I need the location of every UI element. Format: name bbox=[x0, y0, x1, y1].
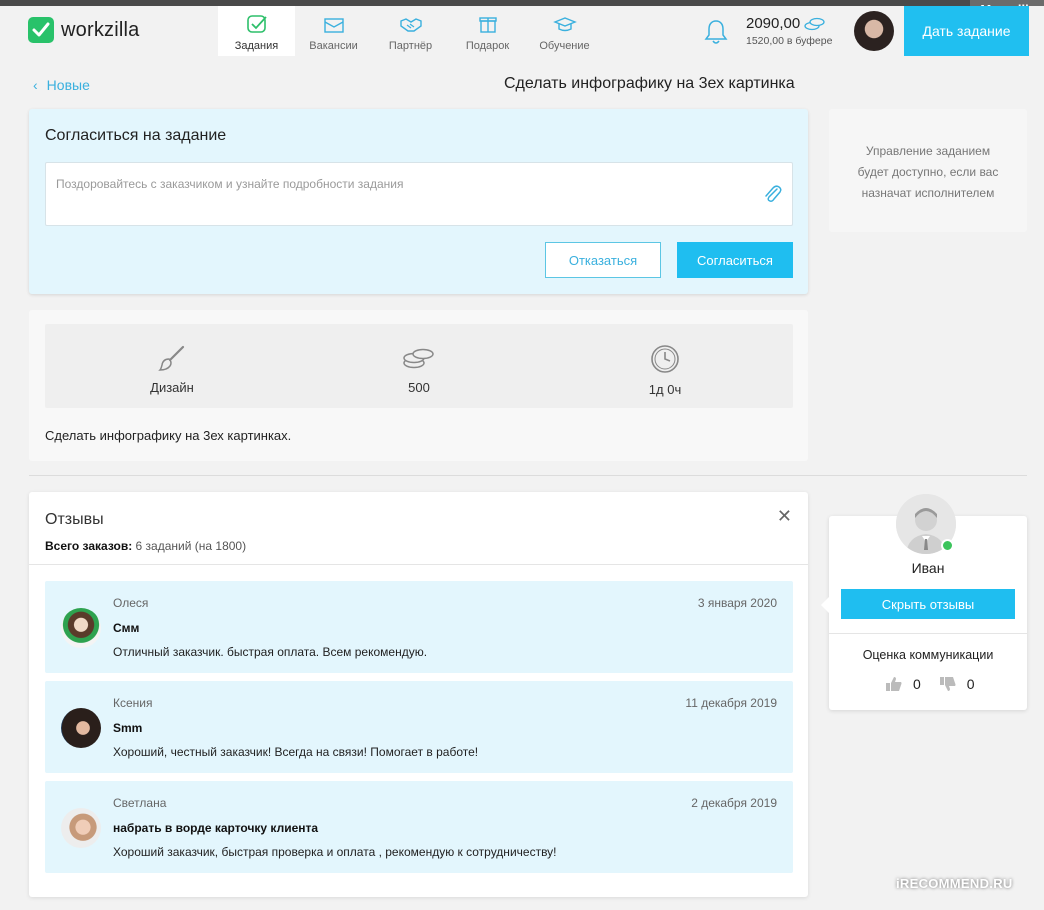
reviewer-name[interactable]: Ксения bbox=[113, 696, 153, 710]
task-management-note: Управление заданием будет доступно, если… bbox=[829, 109, 1027, 232]
review-item: Олеся 3 января 2020 Смм Отличный заказчи… bbox=[45, 581, 793, 673]
reviewer-name[interactable]: Олеся bbox=[113, 596, 148, 610]
dislikes: 0 bbox=[939, 676, 975, 692]
balance-amount: 2090,00 bbox=[746, 15, 801, 32]
buffer-amount: 1520,00 в буфере bbox=[746, 35, 833, 47]
coins-icon bbox=[804, 17, 825, 30]
nav-label: Задания bbox=[234, 40, 279, 52]
reviewer-avatar[interactable] bbox=[61, 808, 101, 848]
brush-icon bbox=[158, 345, 185, 371]
mail-icon bbox=[323, 18, 344, 33]
decline-button[interactable]: Отказаться bbox=[545, 242, 661, 278]
review-text: Отличный заказчик. быстрая оплата. Всем … bbox=[113, 645, 428, 659]
accept-task-card: Согласиться на задание Поздоровайтесь с … bbox=[29, 109, 808, 294]
review-date: 3 января 2020 bbox=[697, 596, 777, 610]
dislikes-count: 0 bbox=[966, 676, 975, 692]
nav-item-vacancies[interactable]: Вакансии bbox=[295, 6, 372, 56]
chevron-left-icon: ‹ bbox=[33, 77, 38, 93]
review-item: Ксения 11 декабря 2019 Smm Хороший, чест… bbox=[45, 681, 793, 773]
stat-price: 500 bbox=[359, 344, 479, 395]
note-line: Управление заданием bbox=[865, 144, 991, 158]
task-description: Сделать инфографику на 3ех картинках. bbox=[45, 428, 292, 443]
watermark-site: iRECOMMEND.RU bbox=[896, 876, 1013, 891]
price-label: 500 bbox=[408, 380, 430, 395]
review-date: 2 декабря 2019 bbox=[691, 796, 777, 810]
reviewer-avatar[interactable] bbox=[61, 708, 101, 748]
section-divider bbox=[29, 475, 1027, 476]
reviewer-name[interactable]: Светлана bbox=[113, 796, 166, 810]
reviews-total: Всего заказов: 6 заданий (на 1800) bbox=[45, 539, 246, 553]
nav-label: Обучение bbox=[539, 40, 590, 52]
logo[interactable]: workzilla bbox=[28, 17, 139, 43]
thumbs-up-icon bbox=[886, 677, 902, 691]
graduation-cap-icon bbox=[552, 17, 577, 32]
total-label: Всего заказов: bbox=[45, 539, 133, 553]
review-text: Хороший заказчик, быстрая проверка и опл… bbox=[113, 845, 557, 859]
close-icon[interactable]: ✕ bbox=[777, 506, 792, 527]
page-title: Сделать инфографику на 3ех картинка bbox=[504, 75, 795, 92]
nav-item-gift[interactable]: Подарок bbox=[449, 6, 526, 56]
logo-check-icon bbox=[28, 17, 54, 43]
message-input[interactable]: Поздоровайтесь с заказчиком и узнайте по… bbox=[45, 162, 793, 226]
nav-item-tasks[interactable]: Задания bbox=[218, 6, 295, 56]
user-avatar[interactable] bbox=[854, 11, 894, 51]
nav-item-partner[interactable]: Партнёр bbox=[372, 6, 449, 56]
communication-votes: 0 0 bbox=[885, 676, 993, 692]
likes: 0 bbox=[885, 676, 921, 692]
message-placeholder: Поздоровайтесь с заказчиком и узнайте по… bbox=[56, 177, 404, 191]
likes-count: 0 bbox=[913, 676, 921, 692]
card-separator bbox=[829, 633, 1027, 634]
note-line: будет доступно, если вас bbox=[857, 165, 999, 179]
thumbs-down-icon bbox=[939, 677, 956, 691]
communication-rating-label: Оценка коммуникации bbox=[862, 648, 994, 662]
review-item: Светлана 2 декабря 2019 набрать в ворде … bbox=[45, 781, 793, 873]
top-header: workzilla Задания Вакансии Партнёр Подар… bbox=[0, 6, 1044, 56]
accept-title: Согласиться на задание bbox=[45, 127, 227, 144]
paperclip-icon[interactable] bbox=[763, 184, 783, 206]
notification-bell-icon[interactable] bbox=[703, 18, 729, 46]
stat-duration: 1д 0ч bbox=[605, 344, 725, 397]
clock-icon bbox=[651, 345, 679, 373]
reviews-separator bbox=[29, 564, 808, 565]
coins-icon bbox=[403, 348, 434, 369]
balance-block[interactable]: 2090,00 1520,00 в буфере bbox=[746, 15, 832, 47]
customer-name[interactable]: Иван bbox=[829, 560, 1027, 576]
duration-label: 1д 0ч bbox=[648, 382, 682, 397]
stat-category: Дизайн bbox=[112, 344, 232, 395]
review-date: 11 декабря 2019 bbox=[685, 696, 777, 710]
task-stats: Дизайн 500 1д 0ч bbox=[45, 324, 793, 408]
create-task-button[interactable]: Дать задание bbox=[904, 6, 1029, 56]
online-status-indicator bbox=[941, 539, 954, 552]
note-line: назначат исполнителем bbox=[861, 186, 995, 200]
hide-reviews-button[interactable]: Скрыть отзывы bbox=[841, 589, 1015, 619]
review-task: Smm bbox=[113, 721, 143, 735]
nav-label: Вакансии bbox=[309, 40, 358, 52]
nav-label: Партнёр bbox=[388, 40, 433, 52]
review-text: Хороший, честный заказчик! Всегда на свя… bbox=[113, 745, 479, 759]
back-label: Новые bbox=[46, 77, 90, 93]
accept-button[interactable]: Согласиться bbox=[677, 242, 793, 278]
logo-text: workzilla bbox=[61, 18, 140, 41]
handshake-icon bbox=[399, 18, 422, 32]
nav-label: Подарок bbox=[465, 40, 510, 52]
back-link[interactable]: ‹ Новые bbox=[33, 77, 90, 93]
card-pointer bbox=[821, 596, 830, 614]
gift-icon bbox=[478, 17, 497, 33]
main-nav: Задания Вакансии Партнёр Подарок Обучени… bbox=[218, 6, 603, 56]
tasks-icon bbox=[246, 15, 267, 33]
reviews-card: Отзывы Всего заказов: 6 заданий (на 1800… bbox=[29, 492, 808, 897]
total-value: 6 заданий (на 1800) bbox=[135, 539, 247, 553]
reviewer-avatar[interactable] bbox=[61, 608, 101, 648]
review-task: набрать в ворде карточку клиента bbox=[113, 821, 319, 835]
review-task: Смм bbox=[113, 621, 140, 635]
task-details-card: Дизайн 500 1д 0ч Сделать инфографику на … bbox=[29, 310, 808, 461]
reviews-title: Отзывы bbox=[45, 511, 104, 528]
category-label: Дизайн bbox=[150, 380, 194, 395]
nav-item-learning[interactable]: Обучение bbox=[526, 6, 603, 56]
